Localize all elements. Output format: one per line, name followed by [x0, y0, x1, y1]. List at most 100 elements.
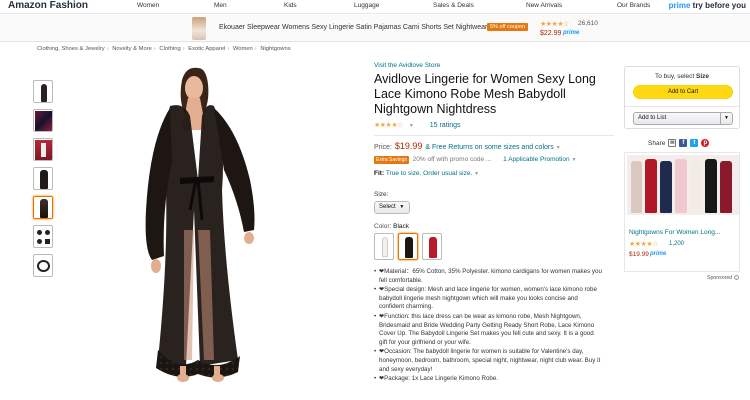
thumbnail-6[interactable] [33, 225, 53, 248]
divider [625, 106, 739, 107]
ratings-count-link[interactable]: 15 ratings [430, 122, 461, 129]
size-label: Size: [374, 191, 389, 198]
thumbnail-7[interactable] [33, 254, 53, 277]
thumbnail-2[interactable] [33, 109, 53, 132]
fit-text-link[interactable]: True to size. Order usual size. [386, 170, 472, 177]
nav-women[interactable]: Women [137, 2, 159, 9]
product-info: Visit the Avidlove Store Avidlove Linger… [374, 62, 614, 385]
nav-men[interactable]: Men [214, 2, 227, 9]
color-swatch-white[interactable] [374, 233, 394, 260]
thumbnail-4[interactable] [33, 167, 53, 190]
pinterest-icon[interactable]: p [701, 139, 710, 147]
facebook-icon[interactable]: f [679, 139, 688, 147]
banner-rating-count[interactable]: 26,610 [578, 20, 598, 27]
breadcrumb-item[interactable]: Clothing, Shoes & Jewelry [37, 46, 105, 52]
divider [374, 135, 614, 136]
star-rating-icon[interactable]: ★★★★☆ [374, 122, 403, 129]
banner-star-rating: ★★★★☆ [540, 21, 569, 28]
buy-box: To buy, select Size Add to Cart Add to L… [624, 66, 740, 129]
breadcrumb-item[interactable]: Women [233, 46, 253, 52]
image-thumbnail-list [33, 80, 53, 283]
promo-text: 20% off with promo code ... [412, 156, 492, 163]
breadcrumb: Clothing, Shoes & Jewelry › Novelty & Mor… [37, 46, 291, 52]
ad-rating-count[interactable]: 1,200 [669, 241, 684, 247]
banner-prime-icon: prime [563, 30, 580, 36]
ad-price: $19.99 [629, 251, 649, 258]
amazon-fashion-logo[interactable]: Amazon Fashion [8, 0, 88, 11]
ad-product-title[interactable]: Nightgowns For Women Long... [629, 229, 720, 236]
feature-bullet: ❤Occasion: The babydoll lingerie for wom… [374, 348, 602, 374]
ad-product-image[interactable] [627, 155, 739, 215]
breadcrumb-item[interactable]: Novelty & More [112, 46, 152, 52]
color-swatches [374, 233, 614, 260]
breadcrumb-separator-icon: › [254, 46, 257, 52]
color-swatch-black-selected[interactable] [398, 233, 418, 260]
info-icon[interactable]: i [733, 275, 739, 280]
to-buy-select-size: To buy, select Size [625, 73, 739, 80]
sponsored-label[interactable]: Sponsored i [707, 275, 739, 281]
prime-label: prime [668, 1, 691, 10]
nav-new-arrivals[interactable]: New Arrivals [526, 2, 562, 9]
chevron-down-icon[interactable]: ▼ [571, 157, 576, 163]
free-returns-link[interactable]: & Free Returns on some sizes and colors [425, 144, 553, 151]
add-to-list-label: Add to List [638, 115, 667, 121]
color-swatch-red[interactable] [422, 233, 442, 260]
product-price: $19.99 [394, 141, 423, 151]
extra-savings-badge: Extra Savings [374, 156, 409, 164]
to-buy-size: Size [696, 73, 710, 80]
size-select[interactable]: Select ▼ [374, 201, 410, 214]
chevron-down-icon[interactable]: ▼ [474, 171, 479, 177]
prime-suffix: try before you [692, 1, 746, 10]
nav-kids[interactable]: Kids [284, 2, 297, 9]
thumbnail-1[interactable] [33, 80, 53, 103]
chevron-down-icon[interactable]: ▼ [409, 123, 414, 129]
banner-coupon-badge: 5% off coupon [487, 23, 529, 31]
nav-luggage[interactable]: Luggage [354, 2, 379, 9]
applicable-promotion-link[interactable]: 1 Applicable Promotion [503, 156, 570, 163]
sponsored-product-ad[interactable]: Nightgowns For Women Long... ★★★★☆ 1,200… [624, 152, 740, 272]
top-navigation: Amazon Fashion Women Men Kids Luggage Sa… [0, 0, 750, 14]
sponsored-text: Sponsored [707, 275, 733, 281]
feature-bullet: ❤Special design: Mesh and lace lingerie … [374, 286, 602, 312]
breadcrumb-item[interactable]: Nightgowns [260, 46, 290, 52]
chevron-down-icon[interactable]: ▼ [556, 145, 561, 151]
chevron-down-icon: ▼ [399, 204, 405, 210]
prime-try-before-you-buy[interactable]: prime try before you [669, 1, 746, 10]
feature-bullet: ❤Package: 1x Lace Lingerie Kimono Robe. [374, 375, 602, 384]
robe-model-illustration [145, 67, 255, 382]
nav-sales-deals[interactable]: Sales & Deals [433, 2, 474, 9]
breadcrumb-separator-icon: › [182, 46, 185, 52]
feature-bullet: ❤Function: this lace dress can be wear a… [374, 313, 602, 347]
add-to-list-button[interactable]: Add to List ▼ [633, 112, 733, 125]
email-icon[interactable]: ✉ [668, 139, 677, 147]
product-feature-bullets: ❤Material：65% Cotton, 35% Polyester. kim… [374, 268, 602, 384]
size-select-value: Select [379, 204, 396, 210]
banner-product-image[interactable] [192, 17, 206, 40]
banner-product-title[interactable]: Ekouaer Sleepwear Womens Sexy Lingerie S… [219, 24, 487, 31]
thumbnail-5-selected[interactable] [33, 196, 53, 219]
twitter-icon[interactable]: t [690, 139, 699, 147]
breadcrumb-separator-icon: › [106, 46, 109, 52]
nav-our-brands[interactable]: Our Brands [617, 2, 650, 9]
fit-row: Fit: True to size. Order usual size. ▼ [374, 170, 614, 177]
ad-prime-icon: prime [650, 251, 667, 257]
color-label: Color: Black [374, 223, 614, 230]
breadcrumb-separator-icon: › [153, 46, 156, 52]
color-label-text: Color: [374, 223, 392, 230]
to-buy-text: To buy, select [654, 73, 695, 80]
banner-price: $22.99 [540, 30, 562, 37]
add-to-cart-button[interactable]: Add to Cart [633, 85, 733, 99]
share-label: Share [648, 139, 666, 147]
sponsored-banner[interactable]: Ekouaer Sleepwear Womens Sexy Lingerie S… [0, 15, 750, 42]
price-row: Price: $19.99 & Free Returns on some siz… [374, 141, 614, 151]
main-product-image[interactable] [128, 60, 278, 400]
promo-row: Extra Savings 20% off with promo code ..… [374, 156, 614, 164]
breadcrumb-item[interactable]: Exotic Apparel [188, 46, 225, 52]
ad-star-rating: ★★★★☆ [629, 241, 658, 248]
visit-store-link[interactable]: Visit the Avidlove Store [374, 62, 614, 69]
chevron-down-icon[interactable]: ▼ [720, 113, 732, 124]
breadcrumb-separator-icon: › [227, 46, 230, 52]
thumbnail-3[interactable] [33, 138, 53, 161]
breadcrumb-item[interactable]: Clothing [159, 46, 180, 52]
color-value: Black [393, 223, 410, 230]
